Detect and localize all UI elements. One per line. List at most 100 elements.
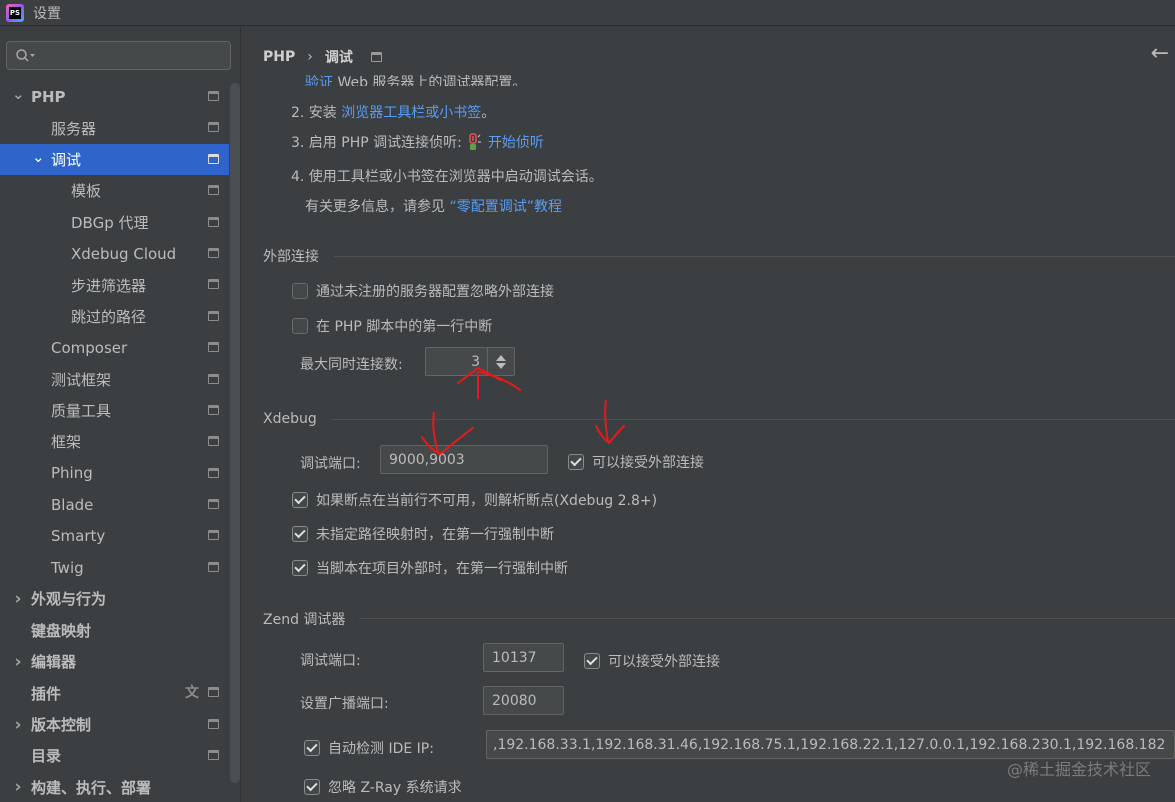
sidebar-item[interactable]: › 外观与行为 bbox=[0, 583, 229, 614]
zend-port-input[interactable] bbox=[483, 643, 564, 672]
sidebar-item[interactable]: 步进筛选器 bbox=[0, 269, 229, 300]
zend-accept-external-row[interactable]: 可以接受外部连接 bbox=[584, 651, 720, 671]
zend-section-title: Zend 调试器 bbox=[263, 612, 346, 628]
ignore-zray-checkbox[interactable] bbox=[304, 779, 320, 795]
search-icon bbox=[15, 48, 35, 64]
sidebar-item[interactable]: 键盘映射 bbox=[0, 615, 229, 646]
sidebar-item[interactable]: 插件 文 bbox=[0, 677, 229, 708]
force-break-outside-project-checkbox[interactable] bbox=[292, 560, 308, 576]
debug-listen-icon[interactable] bbox=[466, 133, 484, 151]
sidebar-item-label: 跳过的路径 bbox=[71, 307, 147, 326]
resolve-breakpoint-row[interactable]: 如果断点在当前行不可用，则解析断点(Xdebug 2.8+) bbox=[292, 490, 657, 510]
xdebug-port-label: 调试端口: bbox=[300, 456, 361, 472]
spinner-buttons[interactable] bbox=[487, 347, 515, 376]
break-first-line-row[interactable]: 在 PHP 脚本中的第一行中断 bbox=[292, 316, 492, 336]
sidebar-item[interactable]: › 构建、执行、部署 bbox=[0, 772, 229, 802]
project-scope-icon bbox=[208, 687, 219, 698]
sidebar-item-label: 服务器 bbox=[51, 119, 97, 138]
ignore-zray-row[interactable]: 忽略 Z-Ray 系统请求 bbox=[304, 777, 462, 797]
settings-search-input[interactable] bbox=[39, 42, 230, 69]
project-scope-icon bbox=[208, 530, 219, 541]
back-arrow-icon[interactable]: ← bbox=[1151, 41, 1169, 66]
sidebar-item[interactable]: 模板 bbox=[0, 175, 229, 206]
sidebar-item-label: 构建、执行、部署 bbox=[31, 778, 152, 797]
chevron-right-icon[interactable]: › bbox=[12, 589, 24, 609]
sidebar-item[interactable]: 服务器 bbox=[0, 112, 229, 143]
settings-search-box[interactable] bbox=[6, 41, 231, 70]
force-break-no-mapping-checkbox[interactable] bbox=[292, 526, 308, 542]
sidebar-item-label: 调试 bbox=[51, 150, 82, 169]
project-scope-icon bbox=[208, 310, 219, 321]
verify-link[interactable]: 验证 bbox=[305, 75, 333, 86]
sidebar-item[interactable]: › 编辑器 bbox=[0, 646, 229, 677]
force-break-no-mapping-row[interactable]: 未指定路径映射时，在第一行强制中断 bbox=[292, 524, 554, 544]
xdebug-accept-external-row[interactable]: 可以接受外部连接 bbox=[568, 452, 704, 472]
instruction-line-2: 2. 安装 浏览器工具栏或小书签。 bbox=[291, 105, 496, 121]
sidebar-item-label: 模板 bbox=[71, 182, 102, 201]
sidebar-item[interactable]: ⌄ 调试 bbox=[0, 143, 229, 176]
broadcast-port-input[interactable] bbox=[483, 686, 564, 715]
sidebar-item[interactable]: Twig bbox=[0, 552, 229, 583]
instruction-line-4: 4. 使用工具栏或小书签在浏览器中启动调试会话。 bbox=[291, 169, 603, 185]
sidebar-item[interactable]: Smarty bbox=[0, 520, 229, 551]
breadcrumb-php[interactable]: PHP bbox=[263, 49, 295, 65]
chevron-down-icon[interactable]: ⌄ bbox=[12, 85, 25, 103]
browser-toolbar-link[interactable]: 浏览器工具栏或小书签 bbox=[341, 105, 481, 121]
sidebar-item[interactable]: 质量工具 bbox=[0, 395, 229, 426]
section-divider bbox=[359, 618, 1175, 619]
section-divider bbox=[334, 256, 1175, 257]
sidebar-item[interactable]: › 版本控制 bbox=[0, 709, 229, 740]
force-break-outside-project-row[interactable]: 当脚本在项目外部时，在第一行强制中断 bbox=[292, 558, 568, 578]
sidebar-item[interactable]: 框架 bbox=[0, 426, 229, 457]
sidebar-item[interactable]: 目录 bbox=[0, 740, 229, 771]
chevron-right-icon[interactable]: › bbox=[12, 715, 24, 735]
zero-config-tutorial-link[interactable]: “零配置调试”教程 bbox=[449, 199, 562, 215]
phpstorm-app-icon: PS bbox=[6, 3, 24, 22]
spinner-down-icon[interactable] bbox=[496, 362, 506, 369]
project-scope-icon bbox=[208, 342, 219, 353]
sidebar-item[interactable]: DBGp 代理 bbox=[0, 207, 229, 238]
breadcrumb: PHP › 调试 bbox=[263, 47, 382, 67]
sidebar-item[interactable]: Blade bbox=[0, 489, 229, 520]
zend-accept-external-checkbox[interactable] bbox=[584, 653, 600, 669]
ignore-external-checkbox[interactable] bbox=[292, 283, 308, 299]
sidebar-item[interactable]: 测试框架 bbox=[0, 364, 229, 395]
autodetect-ip-checkbox[interactable] bbox=[304, 740, 320, 756]
breadcrumb-debug: 调试 bbox=[324, 50, 353, 66]
sidebar-item-label: 质量工具 bbox=[51, 402, 112, 421]
sidebar-item-label: 测试框架 bbox=[51, 370, 112, 389]
xdebug-port-input[interactable] bbox=[380, 445, 548, 474]
sidebar-item-label: DBGp 代理 bbox=[71, 213, 149, 232]
sidebar-item-label: Twig bbox=[51, 558, 84, 577]
project-scope-icon bbox=[208, 750, 219, 761]
sidebar-item[interactable]: Xdebug Cloud bbox=[0, 238, 229, 269]
sidebar-item[interactable]: ⌄ PHP bbox=[0, 81, 229, 112]
autodetect-ip-input[interactable] bbox=[486, 730, 1175, 759]
start-listening-link[interactable]: 开始侦听 bbox=[488, 132, 544, 152]
broadcast-port-label: 设置广播端口: bbox=[300, 696, 389, 712]
max-connections-input[interactable] bbox=[425, 347, 487, 376]
instruction-line-1: 验证 Web 服务器上的调试器配置。 bbox=[305, 72, 526, 86]
project-scope-icon bbox=[208, 467, 219, 478]
autodetect-ip-row[interactable]: 自动检测 IDE IP: bbox=[304, 738, 434, 758]
breadcrumb-separator: › bbox=[307, 49, 313, 65]
chevron-down-icon[interactable]: ⌄ bbox=[32, 148, 45, 166]
sidebar-item-label: 插件 bbox=[31, 684, 62, 703]
sidebar-item[interactable]: 跳过的路径 bbox=[0, 301, 229, 332]
max-connections-spinner[interactable] bbox=[425, 347, 515, 376]
break-first-line-checkbox[interactable] bbox=[292, 318, 308, 334]
sidebar-item-label: Phing bbox=[51, 464, 93, 483]
resolve-breakpoint-checkbox[interactable] bbox=[292, 492, 308, 508]
chevron-right-icon[interactable]: › bbox=[12, 652, 24, 672]
window-title: 设置 bbox=[33, 5, 61, 22]
xdebug-accept-external-checkbox[interactable] bbox=[568, 454, 584, 470]
chevron-right-icon[interactable]: › bbox=[12, 777, 24, 797]
sidebar-scrollbar[interactable] bbox=[230, 83, 240, 783]
sidebar-item[interactable]: Phing bbox=[0, 458, 229, 489]
ignore-external-connections-row[interactable]: 通过未注册的服务器配置忽略外部连接 bbox=[292, 281, 554, 301]
sidebar-item[interactable]: Composer bbox=[0, 332, 229, 363]
sidebar-item-label: 版本控制 bbox=[31, 716, 92, 734]
zend-port-label: 调试端口: bbox=[300, 653, 361, 669]
spinner-up-icon[interactable] bbox=[496, 354, 506, 361]
project-scope-icon bbox=[208, 153, 219, 164]
